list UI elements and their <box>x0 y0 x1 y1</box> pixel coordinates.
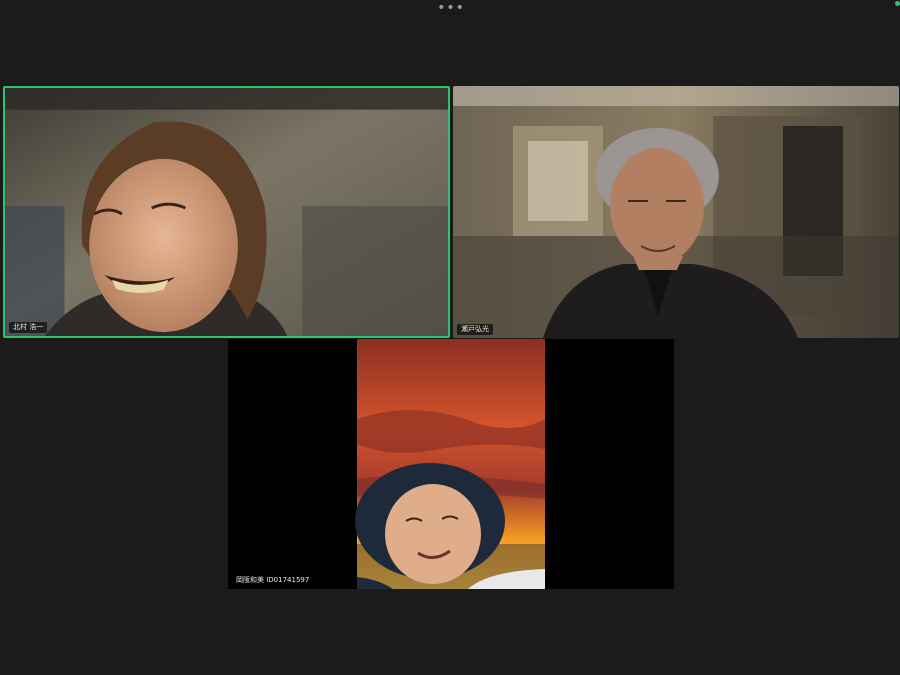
video-tile-participant-3[interactable]: 岡阪和美 ID01741597 <box>228 339 674 589</box>
video-tile-participant-1[interactable]: 北村 浩一 <box>3 86 450 338</box>
participant-name-label: 岡阪和美 ID01741597 <box>232 575 314 586</box>
connection-status-indicator <box>895 1 900 6</box>
participant-2-video <box>453 86 899 338</box>
more-options-icon[interactable]: ••• <box>437 0 465 16</box>
participant-name-label: 北村 浩一 <box>9 322 48 333</box>
participant-name-label: 瀬戸弘光 <box>457 324 493 335</box>
video-tile-participant-2[interactable]: 瀬戸弘光 <box>453 86 899 338</box>
participant-3-video <box>228 339 674 589</box>
participant-1-video <box>5 88 448 336</box>
